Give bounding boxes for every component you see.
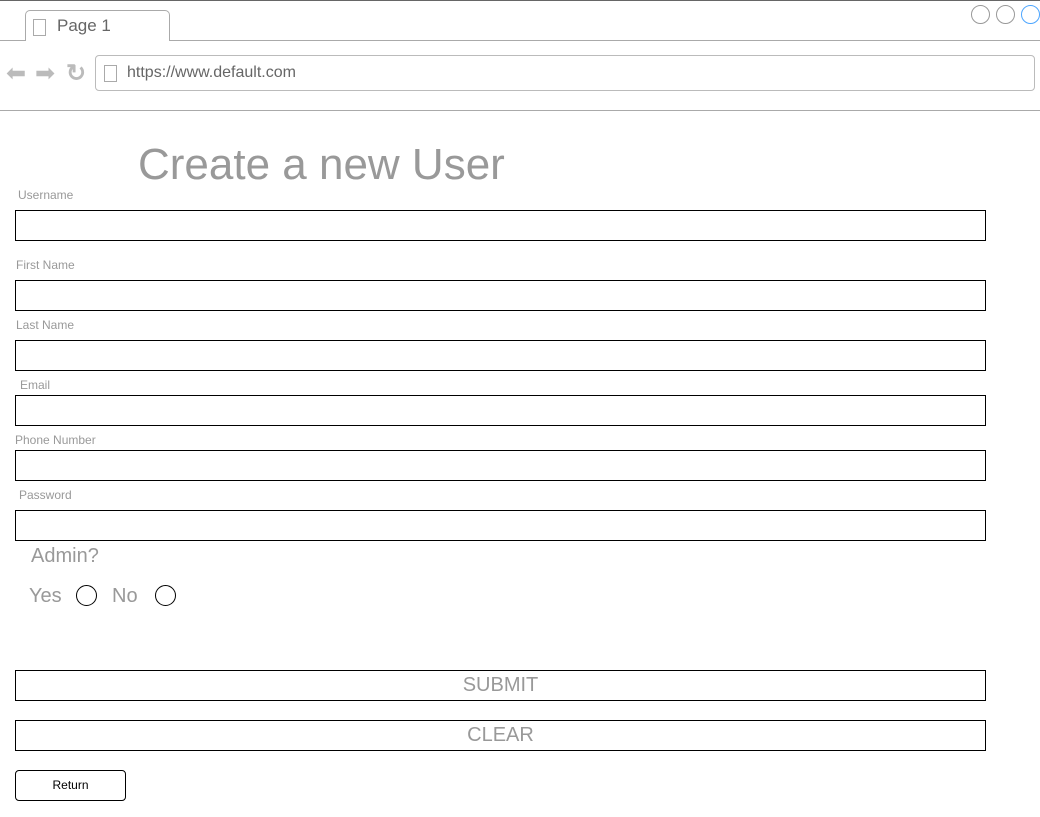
email-label: Email xyxy=(20,378,51,392)
phone-input[interactable] xyxy=(15,450,986,481)
forward-arrow-icon[interactable]: ➡ xyxy=(35,62,55,86)
username-input[interactable] xyxy=(15,210,986,241)
admin-no-label: No xyxy=(112,585,138,607)
minimize-button[interactable] xyxy=(971,5,990,24)
page-icon xyxy=(33,19,46,36)
window-top-border xyxy=(0,0,1040,1)
address-bar[interactable]: https://www.default.com xyxy=(95,55,1035,91)
last-name-label: Last Name xyxy=(16,318,75,332)
password-input[interactable] xyxy=(15,510,986,541)
admin-yes-label: Yes xyxy=(29,585,62,607)
tab-label: Page 1 xyxy=(57,16,111,35)
admin-yes-radio[interactable] xyxy=(76,585,97,606)
browser-tab[interactable]: Page 1 xyxy=(25,10,170,41)
reload-icon[interactable]: ↻ xyxy=(66,62,86,86)
admin-label: Admin? xyxy=(31,545,99,567)
back-arrow-icon[interactable]: ⬅ xyxy=(6,62,26,86)
url-text: https://www.default.com xyxy=(127,64,296,81)
phone-label: Phone Number xyxy=(15,433,96,447)
header-divider xyxy=(0,110,1040,111)
last-name-input[interactable] xyxy=(15,340,986,371)
admin-no-radio[interactable] xyxy=(155,585,176,606)
submit-button[interactable]: SUBMIT xyxy=(15,670,986,701)
close-button[interactable] xyxy=(1021,5,1040,24)
username-label: Username xyxy=(18,188,74,202)
clear-button[interactable]: CLEAR xyxy=(15,720,986,751)
maximize-button[interactable] xyxy=(996,5,1015,24)
page-title: Create a new User xyxy=(138,140,505,189)
return-button[interactable]: Return xyxy=(15,770,126,801)
first-name-label: First Name xyxy=(16,258,75,272)
password-label: Password xyxy=(19,488,72,502)
email-input[interactable] xyxy=(15,395,986,426)
page-icon xyxy=(104,65,117,82)
first-name-input[interactable] xyxy=(15,280,986,311)
